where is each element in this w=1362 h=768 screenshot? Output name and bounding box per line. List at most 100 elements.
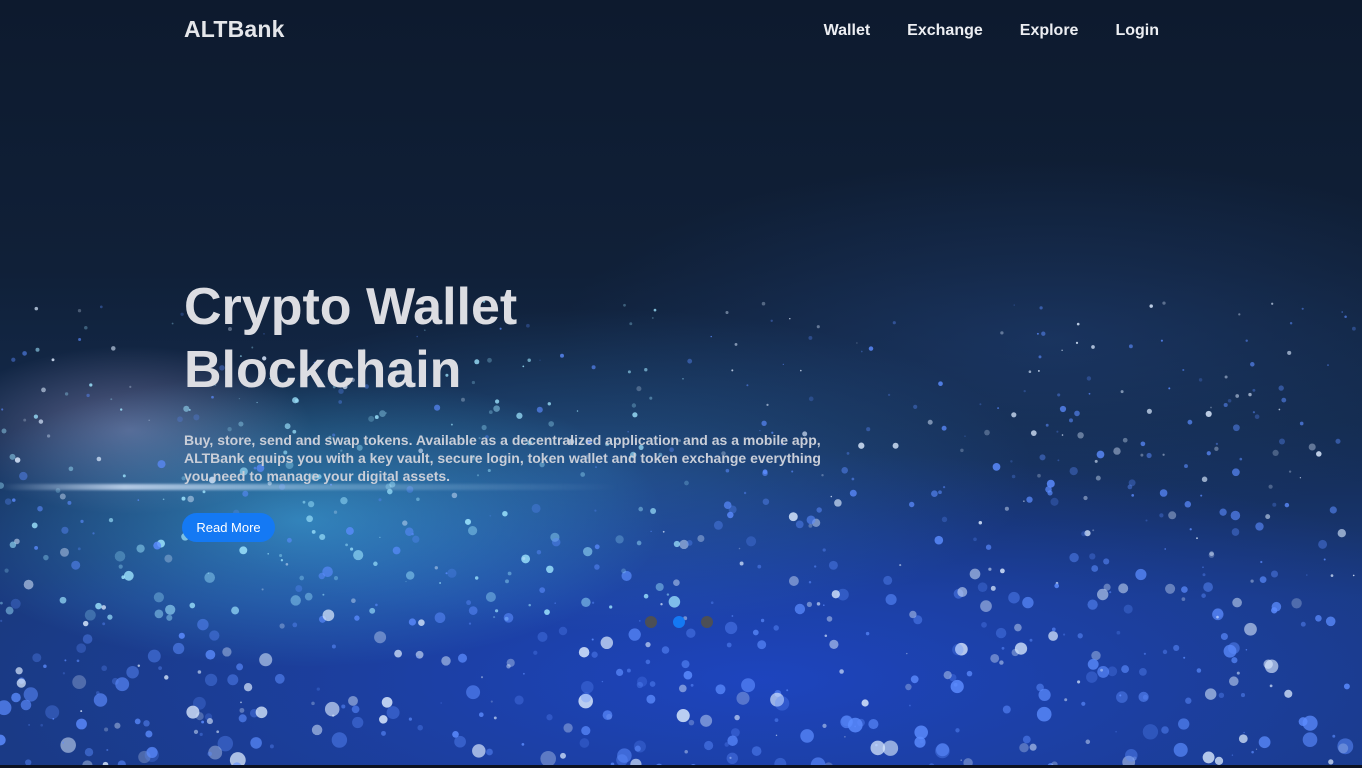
particle bbox=[84, 325, 88, 330]
particle bbox=[1142, 694, 1148, 700]
particle bbox=[136, 544, 145, 553]
particle bbox=[1203, 582, 1213, 592]
particle bbox=[418, 619, 425, 626]
particle bbox=[1230, 510, 1241, 521]
particle bbox=[205, 649, 216, 660]
particle bbox=[1298, 717, 1308, 727]
particle bbox=[227, 674, 239, 686]
particle bbox=[95, 602, 102, 610]
particle bbox=[204, 673, 218, 687]
particle bbox=[351, 705, 360, 714]
particle bbox=[122, 474, 126, 478]
particle bbox=[788, 576, 799, 586]
particle bbox=[19, 471, 28, 481]
particle bbox=[1162, 649, 1168, 655]
particle bbox=[579, 738, 590, 748]
particle bbox=[256, 401, 258, 404]
particle bbox=[80, 519, 84, 524]
particle bbox=[868, 719, 879, 730]
particle bbox=[466, 600, 472, 606]
particle bbox=[165, 604, 176, 615]
particle bbox=[824, 634, 828, 637]
particle bbox=[992, 463, 1001, 471]
particle bbox=[171, 322, 174, 325]
particle bbox=[775, 734, 778, 737]
particle bbox=[193, 729, 199, 735]
particle bbox=[1232, 468, 1240, 477]
particle bbox=[906, 652, 908, 655]
particle bbox=[678, 684, 687, 693]
particle bbox=[683, 670, 693, 680]
particle bbox=[186, 705, 200, 719]
particle bbox=[1088, 392, 1091, 395]
particle bbox=[539, 359, 541, 361]
particle bbox=[822, 548, 826, 552]
particle bbox=[1315, 615, 1322, 622]
particle bbox=[1041, 331, 1046, 336]
particle bbox=[123, 570, 134, 581]
particle bbox=[304, 592, 313, 601]
particle bbox=[1091, 565, 1099, 572]
particle bbox=[493, 616, 496, 619]
particle bbox=[440, 702, 443, 704]
particle bbox=[1181, 586, 1188, 593]
particle bbox=[774, 696, 790, 711]
particle bbox=[788, 512, 798, 522]
particle bbox=[464, 518, 472, 525]
particle bbox=[1330, 574, 1334, 577]
particle bbox=[114, 722, 121, 729]
particle bbox=[307, 500, 315, 508]
particle bbox=[1019, 742, 1029, 753]
particle bbox=[178, 632, 185, 639]
particle bbox=[1291, 598, 1302, 609]
particle bbox=[1069, 418, 1073, 423]
particle bbox=[1245, 339, 1248, 342]
particle bbox=[0, 619, 3, 622]
particle bbox=[46, 434, 51, 438]
particle bbox=[1094, 459, 1098, 463]
particle bbox=[394, 649, 402, 658]
particle bbox=[1010, 460, 1013, 463]
particle bbox=[1081, 701, 1086, 706]
particle bbox=[990, 653, 1000, 663]
particle bbox=[594, 509, 597, 512]
particle bbox=[76, 643, 87, 654]
carousel-dot-2[interactable] bbox=[673, 616, 685, 628]
particle bbox=[1329, 506, 1337, 514]
particle bbox=[1278, 438, 1286, 445]
read-more-button[interactable]: Read More bbox=[182, 513, 275, 542]
nav-link-login[interactable]: Login bbox=[1115, 20, 1159, 42]
particle bbox=[494, 609, 499, 613]
particle bbox=[522, 556, 526, 561]
particle bbox=[594, 564, 600, 570]
brand-logo[interactable]: ALTBank bbox=[184, 16, 285, 43]
particle bbox=[416, 655, 419, 659]
particle bbox=[64, 659, 67, 662]
particle bbox=[1255, 522, 1264, 531]
particle bbox=[1081, 531, 1087, 537]
hero-headline-line-2: Blockchain bbox=[184, 341, 462, 399]
particle bbox=[1103, 558, 1110, 565]
particle bbox=[1123, 604, 1133, 614]
particle bbox=[1075, 341, 1079, 345]
particle bbox=[1281, 397, 1287, 403]
nav-link-exchange[interactable]: Exchange bbox=[907, 20, 983, 42]
particle bbox=[137, 499, 140, 501]
nav-link-explore[interactable]: Explore bbox=[1020, 20, 1079, 42]
carousel-dot-1[interactable] bbox=[645, 616, 657, 628]
particle bbox=[292, 622, 298, 628]
particle bbox=[143, 720, 150, 727]
particle bbox=[1299, 477, 1302, 479]
particle bbox=[402, 520, 408, 526]
particle bbox=[222, 647, 232, 657]
particle bbox=[199, 732, 203, 737]
particle bbox=[354, 615, 360, 621]
particle bbox=[800, 729, 814, 743]
particle bbox=[997, 407, 1000, 410]
particle bbox=[96, 456, 102, 462]
particle bbox=[250, 737, 262, 749]
particle bbox=[434, 404, 441, 411]
carousel-dot-3[interactable] bbox=[701, 616, 713, 628]
particle bbox=[4, 568, 9, 573]
nav-link-wallet[interactable]: Wallet bbox=[824, 20, 871, 42]
